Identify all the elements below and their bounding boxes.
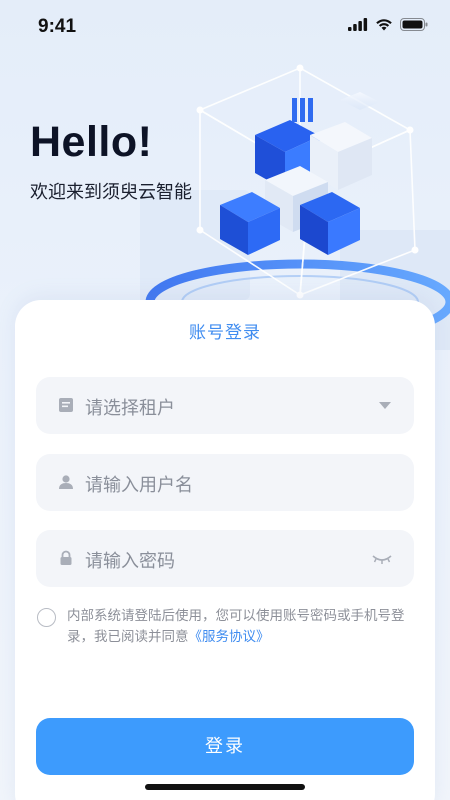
service-agreement-link[interactable]: 《服务协议》 (189, 629, 270, 645)
login-screen: 9:41 Hello! 欢迎来到须臾云智能 账号登录 请选择租户 请输入用户名 … (0, 0, 450, 800)
battery-icon (400, 18, 428, 31)
eye-closed-icon[interactable] (372, 553, 392, 565)
wifi-icon (376, 19, 392, 31)
status-icons (348, 18, 428, 31)
login-button[interactable]: 登录 (36, 718, 414, 775)
login-tab-title[interactable]: 账号登录 (0, 318, 450, 343)
hero-title: Hello! (30, 118, 153, 166)
user-icon (59, 475, 73, 489)
tenant-select[interactable]: 请选择租户 (36, 377, 414, 434)
chevron-down-icon[interactable] (378, 399, 392, 413)
hero-subtitle: 欢迎来到须臾云智能 (30, 182, 192, 203)
status-time: 9:41 (38, 16, 77, 37)
signal-icon (348, 18, 368, 31)
status-bar: 9:41 (0, 0, 450, 54)
username-placeholder: 请输入用户名 (85, 475, 193, 496)
password-field[interactable]: 请输入密码 (36, 530, 414, 587)
username-field[interactable]: 请输入用户名 (36, 454, 414, 511)
tenant-placeholder: 请选择租户 (85, 398, 175, 419)
lock-icon (60, 550, 72, 565)
password-placeholder: 请输入密码 (85, 551, 175, 572)
agreement-text: 内部系统请登陆后使用，您可以使用账号密码或手机号登录，我已阅读并同意《服务协议》 (67, 606, 422, 648)
home-indicator (145, 784, 305, 790)
tenant-icon (59, 398, 73, 412)
agreement-checkbox[interactable] (37, 608, 56, 627)
